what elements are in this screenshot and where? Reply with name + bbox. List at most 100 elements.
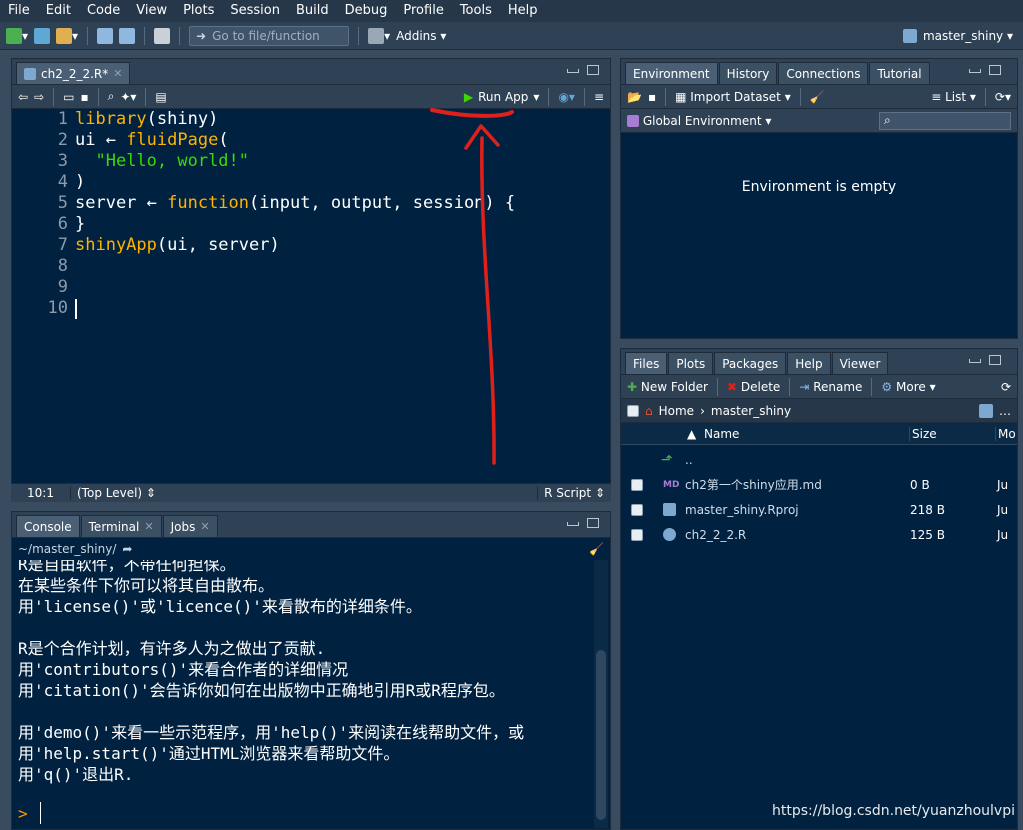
tab-label: Files (633, 356, 660, 371)
load-workspace-icon[interactable]: 📂 (627, 90, 642, 104)
environment-pane: Environment History Connections Tutorial… (620, 58, 1018, 339)
minimize-icon[interactable] (969, 359, 981, 363)
list-item[interactable]: MD ch2第一个shiny应用.md 0 B Ju (621, 472, 1017, 497)
parent-link[interactable]: .. (685, 453, 693, 467)
more-button[interactable]: ⚙ More ▾ (881, 380, 935, 394)
console-output[interactable]: R是自由软件，不带任何担保。 在某些条件下你可以将其自由散布。 用'license(… (12, 560, 610, 828)
breadcrumb-home[interactable]: Home (659, 404, 694, 418)
row-checkbox[interactable] (631, 503, 643, 516)
console-scrollbar[interactable] (594, 560, 608, 828)
rproj-icon[interactable] (979, 403, 993, 418)
console-line: 用'help.start()'通过HTML浏览器来看帮助文件。 (18, 744, 400, 763)
tab-label: History (726, 66, 770, 81)
tab-tutorial[interactable]: Tutorial (869, 62, 930, 84)
select-all-checkbox[interactable] (627, 404, 639, 417)
tab-connections[interactable]: Connections (778, 62, 869, 84)
scrollbar-thumb[interactable] (596, 650, 606, 820)
tab-label: Plots (676, 356, 706, 371)
tab-label: Terminal (88, 519, 140, 534)
row-checkbox[interactable] (631, 478, 643, 491)
tab-label: Jobs (170, 519, 196, 534)
sort-icon: ▲ (687, 426, 697, 441)
watermark: https://blog.csdn.net/yuanzhoulvpi (772, 803, 1015, 819)
file-modified: Ju (997, 477, 1009, 492)
more-path-icon[interactable]: … (999, 404, 1011, 418)
minimize-icon[interactable] (567, 522, 579, 526)
console-tabbar: Console Terminal ✕ Jobs ✕ (12, 512, 610, 538)
refresh-icon[interactable]: ⟳▾ (995, 90, 1011, 104)
console-lines: R是自由软件，不带任何担保。 在某些条件下你可以将其自由散布。 用'license(… (18, 560, 524, 785)
console-line: 用'q()'退出R. (18, 765, 134, 784)
broom-icon[interactable]: 🧹 (589, 542, 604, 556)
tab-label: Console (24, 519, 72, 534)
maximize-icon[interactable] (587, 518, 599, 528)
env-toolbar: 📂 ▪ ▦ Import Dataset ▾ 🧹 ≡ List ▾ ⟳▾ (621, 85, 1017, 109)
tab-label: Help (795, 356, 823, 371)
underline-stroke (430, 108, 514, 118)
console-line: 用'citation()'会告诉你如何在出版物中正确地引用R或R程序包。 (18, 681, 505, 700)
import-dataset-button[interactable]: ▦ Import Dataset ▾ (675, 90, 791, 104)
header-size[interactable]: Size (909, 426, 937, 441)
more-label: More (896, 379, 926, 394)
tab-help[interactable]: Help (787, 352, 831, 374)
close-icon[interactable]: ✕ (200, 520, 209, 533)
file-modified: Ju (997, 527, 1009, 542)
breadcrumb-folder[interactable]: master_shiny (711, 404, 791, 418)
rename-label: Rename (813, 379, 863, 394)
file-list: ⬏ .. MD ch2第一个shiny应用.md 0 B Ju master_s… (621, 445, 1017, 805)
files-pane: Files Plots Packages Help Viewer ✚ New F… (620, 348, 1018, 830)
close-icon[interactable]: ✕ (144, 520, 153, 533)
tab-label: Connections (786, 66, 861, 81)
delete-button[interactable]: ✖ Delete (727, 380, 780, 394)
refresh-icon[interactable]: ⟳ (1001, 380, 1011, 394)
file-link[interactable]: master_shiny.Rproj (685, 503, 799, 517)
tab-terminal[interactable]: Terminal ✕ (80, 515, 162, 537)
file-link[interactable]: ch2_2_2.R (685, 528, 746, 542)
files-tabbar: Files Plots Packages Help Viewer (621, 349, 1017, 375)
broom-icon[interactable]: 🧹 (810, 90, 825, 104)
gear-icon: ⚙ (881, 379, 893, 394)
list-item[interactable]: master_shiny.Rproj 218 B Ju (621, 497, 1017, 522)
new-folder-button[interactable]: ✚ New Folder (627, 380, 708, 394)
list-item-parent[interactable]: ⬏ .. (621, 447, 1017, 472)
header-modified[interactable]: Mo (995, 426, 1016, 441)
save-workspace-icon[interactable]: ▪ (648, 90, 656, 104)
header-name[interactable]: Name (704, 427, 739, 441)
env-scope-bar: Global Environment ▾ ⌕ (621, 109, 1017, 133)
tab-history[interactable]: History (718, 62, 778, 84)
file-size: 0 B (910, 477, 930, 492)
minimize-icon[interactable] (969, 69, 981, 73)
console-cursor (40, 802, 41, 824)
env-icon (627, 115, 639, 127)
list-view-button[interactable]: ≡ List ▾ (931, 90, 976, 104)
markdown-file-icon: MD (663, 479, 680, 490)
rproj-file-icon (663, 503, 676, 516)
tab-jobs[interactable]: Jobs ✕ (162, 515, 218, 537)
row-checkbox[interactable] (631, 528, 643, 541)
tab-label: Tutorial (877, 66, 922, 81)
maximize-icon[interactable] (989, 355, 1001, 365)
delete-icon: ✖ (726, 379, 738, 394)
go-to-directory-icon[interactable]: ➦ (122, 542, 132, 556)
tab-plots[interactable]: Plots (668, 352, 714, 374)
list-item[interactable]: ch2_2_2.R 125 B Ju (621, 522, 1017, 547)
delete-label: Delete (740, 379, 781, 394)
file-size: 218 B (910, 502, 945, 517)
tab-environment[interactable]: Environment (625, 62, 718, 84)
tab-files[interactable]: Files (625, 352, 668, 374)
home-icon[interactable]: ⌂ (645, 404, 653, 418)
maximize-icon[interactable] (989, 65, 1001, 75)
import-label: Import Dataset (690, 89, 781, 104)
scope-label: Global Environment (642, 113, 762, 128)
console-prompt: > (18, 804, 28, 823)
tab-console[interactable]: Console (16, 515, 80, 537)
tab-packages[interactable]: Packages (714, 352, 787, 374)
rename-button[interactable]: ⇥ Rename (799, 380, 862, 394)
tab-label: Environment (633, 66, 710, 81)
env-search-input[interactable]: ⌕ (879, 111, 1011, 130)
file-link[interactable]: ch2第一个shiny应用.md (685, 476, 822, 493)
new-folder-label: New Folder (640, 379, 708, 394)
tab-viewer[interactable]: Viewer (831, 352, 889, 374)
global-env-selector[interactable]: Global Environment ▾ (627, 114, 771, 128)
